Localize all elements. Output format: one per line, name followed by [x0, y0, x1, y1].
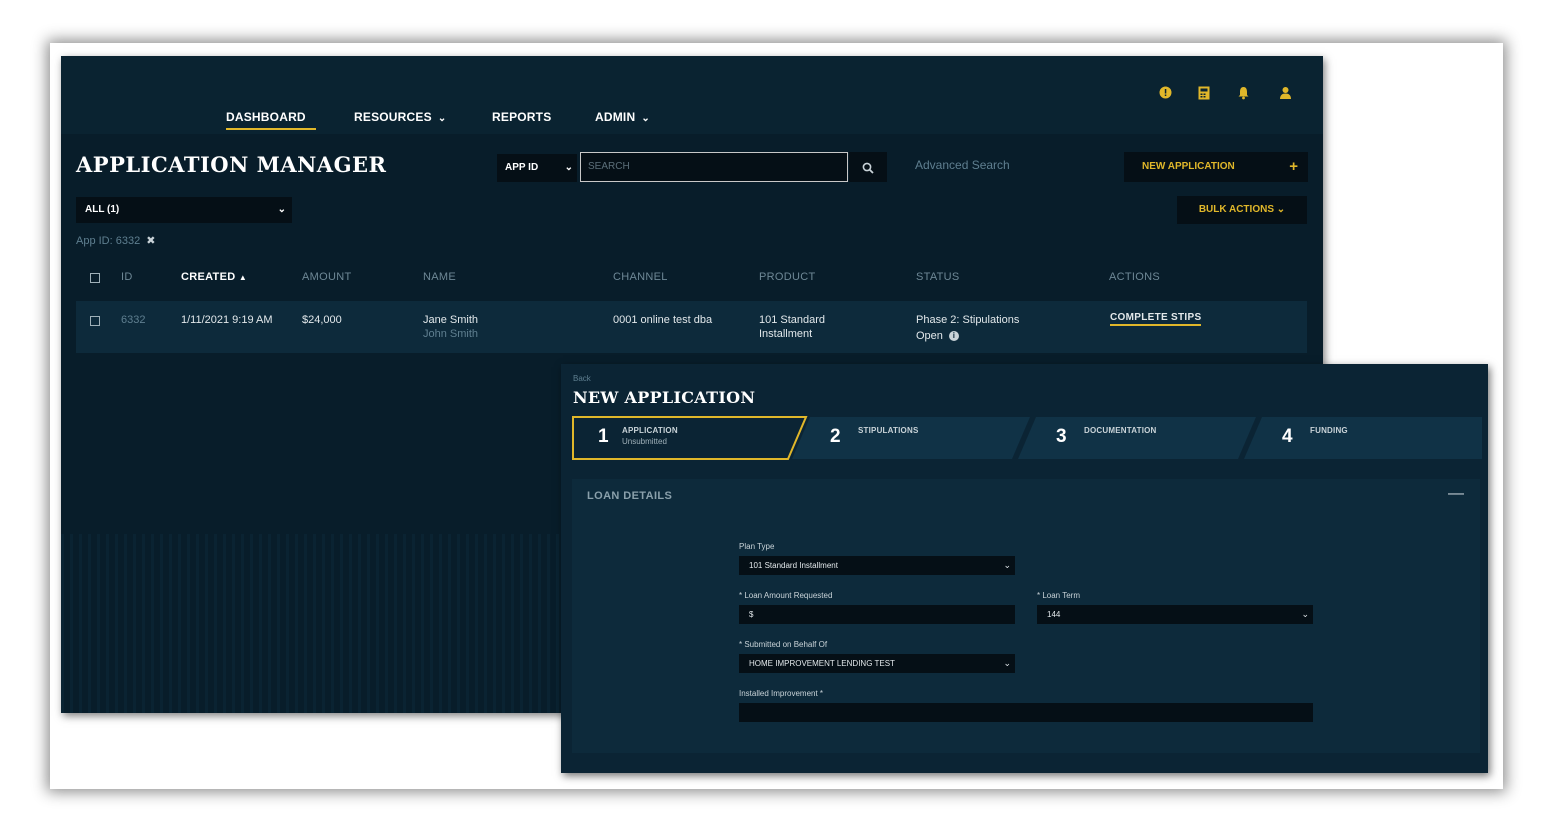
active-filter-chip: App ID: 6332 ✖: [76, 234, 156, 247]
column-header-id[interactable]: ID: [121, 271, 133, 283]
row-product-line2: Installment: [759, 328, 813, 340]
search-type-value: APP ID: [505, 162, 539, 173]
new-application-panel: Back NEW APPLICATION 1 APPLICATION Unsub…: [561, 364, 1488, 773]
step-number: 2: [830, 426, 841, 447]
search-input[interactable]: SEARCH: [580, 152, 848, 182]
remove-filter-icon[interactable]: ✖: [146, 235, 155, 247]
row-status-line2: Open i: [916, 329, 959, 343]
step-label: FUNDING: [1310, 426, 1348, 435]
chevron-down-icon: ⌄: [1301, 609, 1309, 619]
chevron-down-icon: ⌄: [1003, 560, 1011, 570]
bell-icon[interactable]: [1236, 86, 1250, 100]
column-header-amount[interactable]: AMOUNT: [302, 271, 351, 283]
column-header-channel[interactable]: CHANNEL: [613, 271, 668, 283]
column-header-product[interactable]: PRODUCT: [759, 271, 816, 283]
complete-stips-link[interactable]: COMPLETE STIPS: [1110, 312, 1202, 326]
row-created: 1/11/2021 9:19 AM: [181, 314, 273, 326]
row-amount: $24,000: [302, 314, 342, 326]
nav-active-indicator: [226, 128, 316, 130]
row-co-name: John Smith: [423, 328, 479, 340]
select-all-checkbox[interactable]: [90, 273, 100, 283]
sort-asc-icon: ▲: [238, 273, 248, 282]
nav-resources-label: RESOURCES: [354, 110, 432, 124]
background-pattern: [61, 534, 561, 713]
created-header-label: CREATED: [181, 271, 236, 283]
nav-dashboard[interactable]: DASHBOARD: [226, 110, 306, 124]
step-label: APPLICATION: [622, 426, 678, 435]
advanced-search-link[interactable]: Advanced Search: [915, 158, 1010, 172]
top-navigation: DASHBOARD RESOURCES ⌄ REPORTS ADMIN ⌄: [61, 56, 1323, 134]
nav-reports[interactable]: REPORTS: [492, 110, 551, 124]
row-product-line1: 101 Standard: [759, 314, 826, 326]
loan-term-select[interactable]: 144 ⌄: [1037, 605, 1313, 624]
row-name: Jane Smith: [423, 314, 479, 326]
search-type-select[interactable]: APP ID ⌄: [497, 154, 577, 182]
step-label: STIPULATIONS: [858, 426, 919, 435]
step-number: 1: [598, 426, 609, 447]
submitted-on-behalf-label: * Submitted on Behalf Of: [739, 640, 828, 649]
chevron-down-icon: ⌄: [277, 204, 286, 215]
step-application[interactable]: 1 APPLICATION Unsubmitted: [572, 416, 808, 460]
active-filter-label: App ID: 6332: [76, 235, 141, 247]
user-icon[interactable]: [1278, 86, 1292, 100]
step-funding[interactable]: 4 FUNDING: [1244, 416, 1482, 460]
info-icon[interactable]: i: [948, 331, 959, 342]
column-header-name[interactable]: NAME: [423, 271, 456, 283]
submitted-on-behalf-value: HOME IMPROVEMENT LENDING TEST: [749, 659, 895, 668]
loan-term-label: * Loan Term: [1037, 591, 1080, 600]
section-title: LOAN DETAILS: [587, 490, 673, 502]
row-id-link[interactable]: 6332: [121, 313, 145, 327]
chevron-down-icon: ⌄: [437, 113, 447, 124]
column-header-created[interactable]: CREATED ▲: [181, 271, 247, 283]
chevron-down-icon: ⌄: [1003, 658, 1011, 668]
row-status-line1: Phase 2: Stipulations: [916, 314, 1020, 326]
plus-icon: +: [1289, 158, 1298, 175]
installed-improvement-label: Installed Improvement *: [739, 689, 824, 698]
row-channel: 0001 online test dba: [613, 314, 713, 326]
bulk-actions-label: BULK ACTIONS: [1198, 204, 1274, 215]
chevron-down-icon: ⌄: [1276, 204, 1286, 215]
filter-value: ALL (1): [85, 204, 120, 215]
column-header-actions: ACTIONS: [1109, 271, 1160, 283]
loan-details-section: LOAN DETAILS — Plan Type 101 Standard In…: [572, 479, 1480, 753]
back-link[interactable]: Back: [573, 374, 591, 383]
nav-admin[interactable]: ADMIN ⌄: [595, 110, 650, 124]
help-icon[interactable]: [1158, 86, 1172, 100]
bulk-actions-button[interactable]: BULK ACTIONS ⌄: [1177, 196, 1307, 224]
plan-type-value: 101 Standard Installment: [749, 561, 838, 570]
row-checkbox[interactable]: [90, 316, 100, 326]
search-icon: [862, 162, 874, 174]
new-application-label: NEW APPLICATION: [1142, 161, 1235, 172]
step-label: DOCUMENTATION: [1084, 426, 1157, 435]
step-status: Unsubmitted: [622, 437, 667, 446]
chevron-down-icon: ⌄: [641, 113, 650, 124]
collapse-icon[interactable]: —: [1448, 485, 1464, 503]
modal-title: NEW APPLICATION: [573, 388, 756, 407]
step-documentation[interactable]: 3 DOCUMENTATION: [1018, 416, 1258, 460]
column-header-status[interactable]: STATUS: [916, 271, 960, 283]
chevron-down-icon: ⌄: [564, 162, 573, 173]
step-number: 3: [1056, 426, 1067, 447]
submitted-on-behalf-select[interactable]: HOME IMPROVEMENT LENDING TEST ⌄: [739, 654, 1015, 673]
search-button[interactable]: [849, 152, 887, 182]
plan-type-select[interactable]: 101 Standard Installment ⌄: [739, 556, 1015, 575]
nav-resources[interactable]: RESOURCES ⌄: [354, 110, 446, 124]
step-stipulations[interactable]: 2 STIPULATIONS: [792, 416, 1032, 460]
loan-term-value: 144: [1047, 610, 1061, 619]
table-row[interactable]: 6332 1/11/2021 9:19 AM $24,000 Jane Smit…: [76, 301, 1307, 353]
status-filter-select[interactable]: ALL (1) ⌄: [76, 197, 292, 223]
new-application-button[interactable]: NEW APPLICATION +: [1124, 152, 1308, 182]
installed-improvement-input[interactable]: [739, 703, 1313, 722]
step-number: 4: [1282, 426, 1293, 447]
calculator-icon[interactable]: [1197, 86, 1211, 100]
loan-amount-input[interactable]: $: [739, 605, 1015, 624]
loan-amount-label: * Loan Amount Requested: [739, 591, 833, 600]
nav-admin-label: ADMIN: [595, 110, 636, 124]
page-title: APPLICATION MANAGER: [76, 152, 387, 177]
plan-type-label: Plan Type: [739, 542, 775, 551]
row-status-open: Open: [916, 330, 943, 342]
progress-steps: 1 APPLICATION Unsubmitted 2 STIPULATIONS…: [572, 416, 1482, 462]
